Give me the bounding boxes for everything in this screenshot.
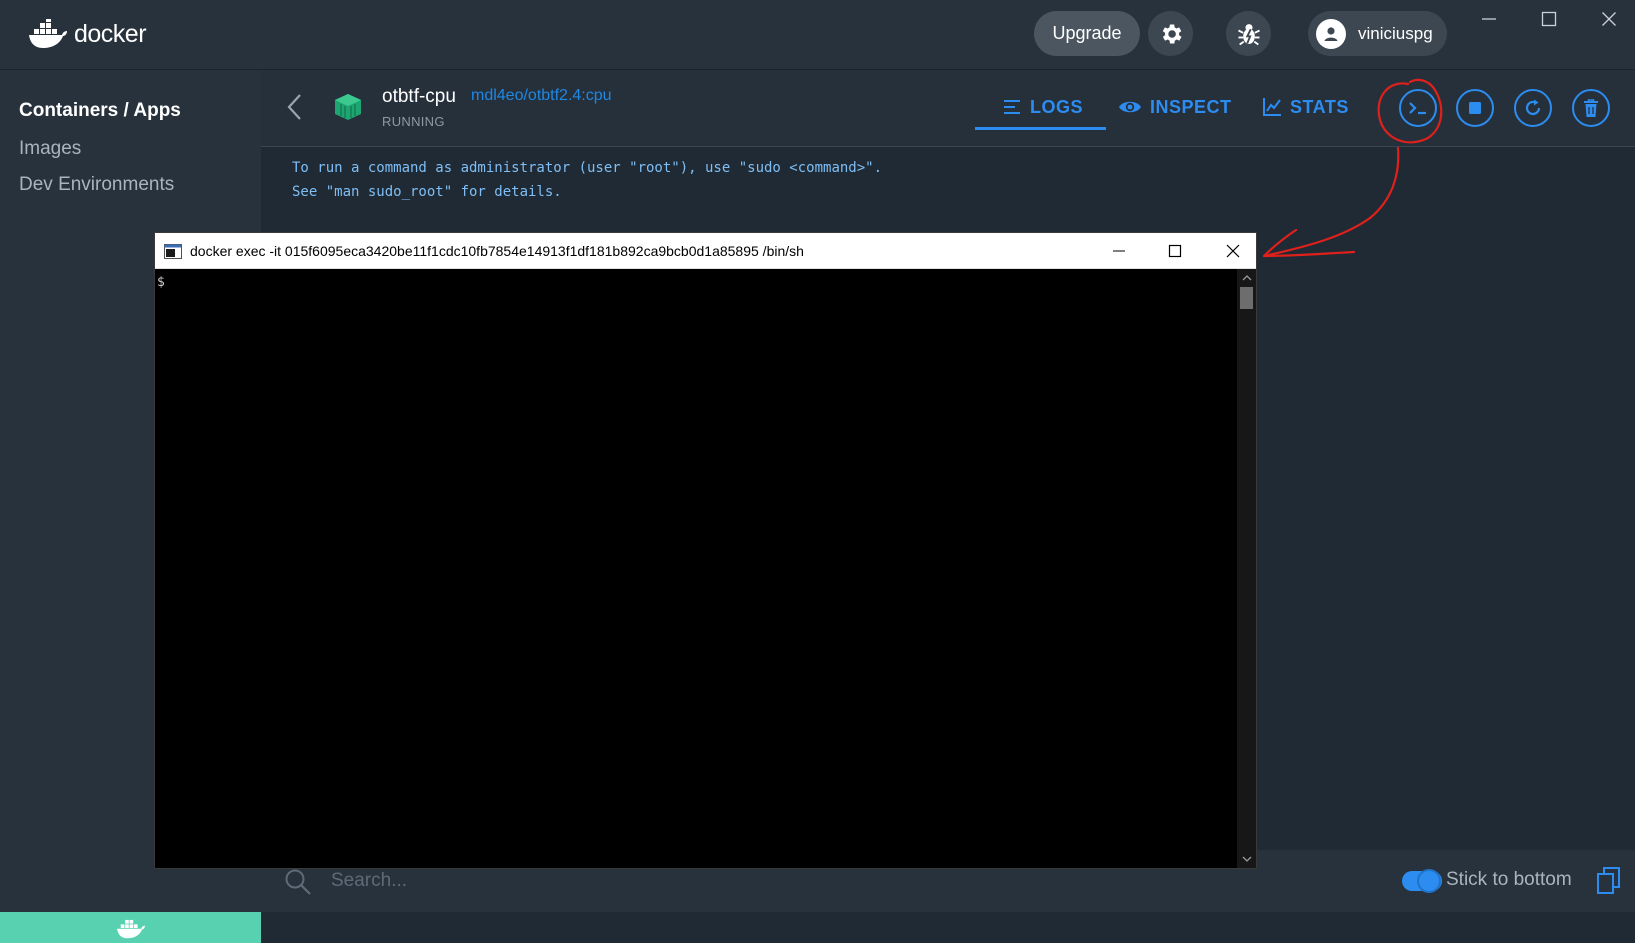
list-icon — [1004, 100, 1020, 114]
active-tab-indicator — [975, 127, 1106, 130]
stick-to-bottom-label: Stick to bottom — [1446, 869, 1572, 890]
tab-logs[interactable]: LOGS — [1002, 90, 1083, 124]
delete-button[interactable] — [1572, 89, 1610, 127]
stick-to-bottom-toggle[interactable] — [1402, 869, 1442, 893]
minimize-icon — [1113, 250, 1125, 252]
window-close-button[interactable] — [1587, 5, 1631, 33]
log-line: See "man sudo_root" for details. — [292, 184, 562, 200]
chevron-up-icon — [1242, 275, 1251, 281]
copy-icon — [1597, 867, 1620, 894]
troubleshoot-button[interactable] — [1226, 11, 1271, 56]
tab-stats-label: STATS — [1290, 96, 1349, 117]
search-icon — [283, 867, 313, 902]
docker-whale-icon — [29, 19, 67, 48]
back-button[interactable] — [281, 90, 307, 124]
settings-button[interactable] — [1148, 11, 1193, 56]
chevron-down-icon — [1242, 856, 1251, 862]
tab-inspect[interactable]: INSPECT — [1118, 90, 1232, 124]
container-name: otbtf-cpu — [382, 86, 456, 107]
app-titlebar: docker Upgrade viniciuspg — [0, 0, 1635, 70]
docker-status-footer[interactable] — [0, 912, 261, 943]
delete-icon — [1584, 98, 1598, 117]
tab-logs-label: LOGS — [1030, 96, 1084, 117]
window-maximize-button[interactable] — [1527, 5, 1571, 33]
terminal-close-button[interactable] — [1210, 235, 1256, 267]
open-cli-button[interactable] — [1399, 89, 1437, 127]
container-status: RUNNING — [382, 114, 445, 129]
window-minimize-button[interactable] — [1467, 5, 1511, 33]
stop-icon — [1469, 102, 1481, 114]
scroll-down-button[interactable] — [1237, 851, 1256, 868]
close-icon — [1602, 12, 1616, 26]
terminal-scrollbar[interactable] — [1237, 269, 1256, 868]
chevron-left-icon — [287, 94, 301, 120]
docker-logo: docker — [28, 16, 147, 52]
chart-icon — [1263, 98, 1281, 116]
scroll-up-button[interactable] — [1237, 269, 1256, 286]
sidebar-item-containers-apps[interactable]: Containers / Apps — [19, 100, 181, 122]
close-icon — [1226, 244, 1240, 258]
tab-stats[interactable]: STATS — [1262, 90, 1349, 124]
logo-text: docker — [74, 19, 147, 48]
upgrade-button[interactable]: Upgrade — [1034, 11, 1140, 56]
eye-icon — [1119, 101, 1141, 113]
container-image-link[interactable]: mdl4eo/otbtf2.4:cpu — [471, 87, 612, 105]
docker-whale-status-icon — [116, 919, 145, 938]
user-avatar-icon — [1316, 18, 1346, 49]
maximize-icon — [1541, 11, 1557, 27]
bottom-strip — [261, 912, 1635, 943]
settings-gear-icon — [1162, 23, 1182, 44]
terminal-body[interactable]: $ — [155, 269, 1237, 868]
stop-button[interactable] — [1456, 89, 1494, 127]
maximize-icon — [1168, 244, 1182, 258]
bug-icon — [1237, 23, 1260, 45]
username-label: viniciuspg — [1358, 23, 1433, 43]
tab-inspect-label: INSPECT — [1150, 96, 1232, 117]
minimize-icon — [1482, 18, 1496, 20]
restart-button[interactable] — [1514, 89, 1552, 127]
sidebar-item-dev-environments[interactable]: Dev Environments — [19, 174, 174, 196]
terminal-titlebar[interactable]: docker exec -it 015f6095eca3420be11f1cdc… — [155, 233, 1256, 269]
terminal-maximize-button[interactable] — [1152, 235, 1198, 267]
terminal-title: docker exec -it 015f6095eca3420be11f1cdc… — [190, 243, 804, 259]
copy-logs-button[interactable] — [1596, 866, 1622, 901]
shell-prompt: $ — [157, 275, 165, 290]
container-header: otbtf-cpu mdl4eo/otbtf2.4:cpu RUNNING LO… — [261, 70, 1635, 147]
console-app-icon — [164, 244, 182, 264]
log-line: To run a command as administrator (user … — [292, 160, 883, 176]
toggle-knob — [1417, 869, 1441, 893]
cli-icon — [1409, 102, 1426, 115]
container-status-icon — [333, 92, 363, 127]
user-account-button[interactable]: viniciuspg — [1308, 11, 1447, 56]
terminal-minimize-button[interactable] — [1096, 235, 1142, 267]
sidebar-item-images[interactable]: Images — [19, 138, 81, 160]
search-input[interactable] — [331, 866, 1031, 896]
scroll-thumb[interactable] — [1240, 287, 1253, 309]
terminal-window[interactable]: docker exec -it 015f6095eca3420be11f1cdc… — [154, 232, 1257, 869]
restart-icon — [1525, 99, 1541, 116]
